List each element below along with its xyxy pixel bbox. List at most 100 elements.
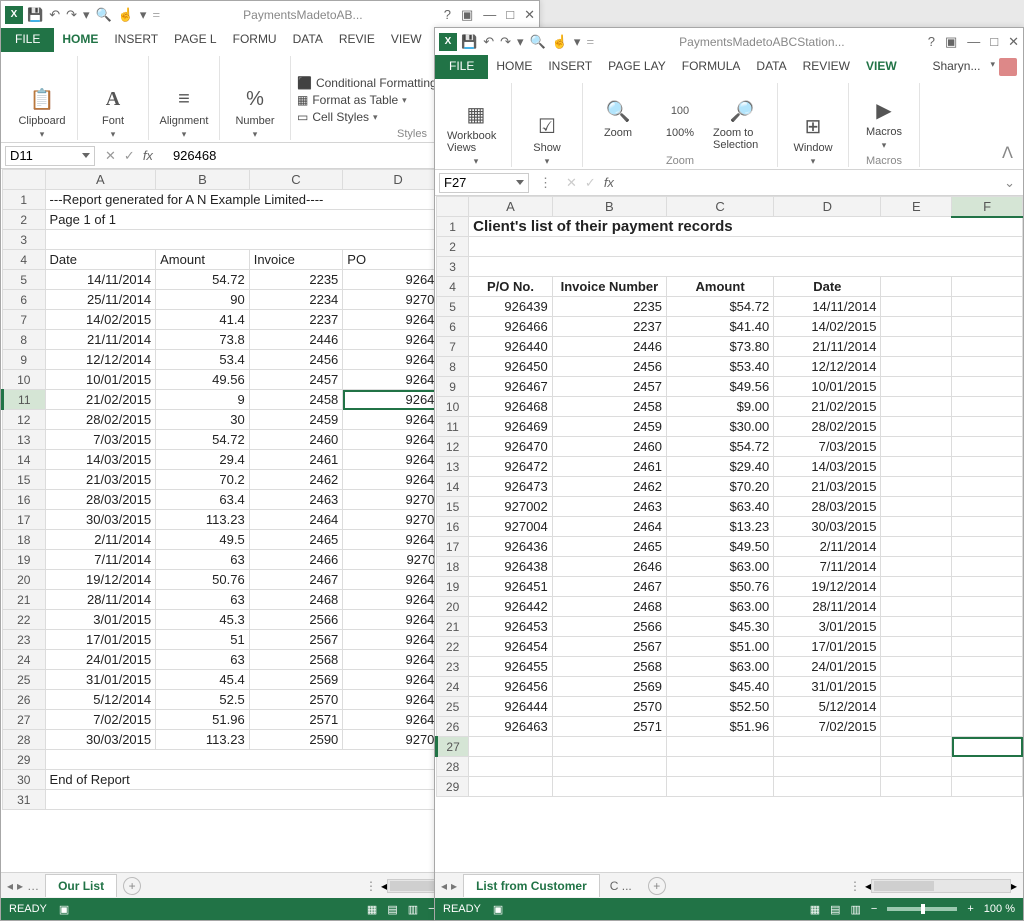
expand-fx-icon[interactable]: ⌄: [1000, 175, 1019, 191]
view-pagelayout-icon[interactable]: ▤: [830, 903, 840, 916]
spreadsheet-grid[interactable]: ABCDEF1Client's list of their payment re…: [435, 196, 1023, 872]
cell[interactable]: 2569: [249, 670, 343, 690]
cell[interactable]: [881, 317, 952, 337]
cell[interactable]: 30: [156, 410, 250, 430]
row-header[interactable]: 1: [437, 217, 469, 237]
cell[interactable]: 45.3: [156, 610, 250, 630]
cell[interactable]: [469, 257, 1023, 277]
cell[interactable]: 63: [156, 650, 250, 670]
cell[interactable]: 2456: [249, 350, 343, 370]
row-header[interactable]: 6: [437, 317, 469, 337]
row-header[interactable]: 7: [3, 310, 46, 330]
cell[interactable]: [881, 637, 952, 657]
cell[interactable]: [952, 397, 1023, 417]
tab-page-layout[interactable]: PAGE LAY: [600, 55, 674, 79]
cell[interactable]: [952, 637, 1023, 657]
cell[interactable]: 21/02/2015: [774, 397, 881, 417]
cell[interactable]: 2234: [249, 290, 343, 310]
cell[interactable]: 54.72: [156, 430, 250, 450]
cell[interactable]: [881, 577, 952, 597]
cell[interactable]: [552, 777, 666, 797]
cell[interactable]: 926468: [469, 397, 553, 417]
row-header[interactable]: 28: [3, 730, 46, 750]
row-header[interactable]: 29: [437, 777, 469, 797]
qat-more[interactable]: ▾: [517, 34, 524, 50]
hscroll-right-icon[interactable]: ▸: [1011, 879, 1017, 893]
cell[interactable]: 2465: [249, 530, 343, 550]
cell[interactable]: 2458: [552, 397, 666, 417]
cell[interactable]: 54.72: [156, 270, 250, 290]
cell[interactable]: [881, 697, 952, 717]
cell[interactable]: [952, 357, 1023, 377]
row-header[interactable]: 6: [3, 290, 46, 310]
cell[interactable]: [881, 477, 952, 497]
cell[interactable]: $45.30: [667, 617, 774, 637]
cell[interactable]: 2237: [552, 317, 666, 337]
cell[interactable]: 926456: [469, 677, 553, 697]
cell[interactable]: 2467: [249, 570, 343, 590]
user-caret[interactable]: ▾: [988, 55, 997, 79]
cancel-icon[interactable]: ✕: [105, 148, 116, 164]
cell[interactable]: 21/03/2015: [45, 470, 156, 490]
cell[interactable]: $63.00: [667, 557, 774, 577]
cell[interactable]: 30/03/2015: [45, 510, 156, 530]
view-pagelayout-icon[interactable]: ▤: [387, 903, 397, 916]
cell[interactable]: 12/12/2014: [774, 357, 881, 377]
row-header[interactable]: 9: [3, 350, 46, 370]
cell[interactable]: 926450: [469, 357, 553, 377]
cell[interactable]: 63.4: [156, 490, 250, 510]
cell[interactable]: 31/01/2015: [45, 670, 156, 690]
cell[interactable]: [952, 477, 1023, 497]
view-normal-icon[interactable]: ▦: [367, 903, 377, 916]
sheet-tab-our-list[interactable]: Our List: [45, 874, 117, 897]
row-header[interactable]: 26: [3, 690, 46, 710]
row-header[interactable]: 15: [3, 470, 46, 490]
row-header[interactable]: 3: [3, 230, 46, 250]
row-header[interactable]: 25: [437, 697, 469, 717]
row-header[interactable]: 16: [437, 517, 469, 537]
cell[interactable]: 73.8: [156, 330, 250, 350]
row-header[interactable]: 29: [3, 750, 46, 770]
collapse-ribbon-icon[interactable]: ᐱ: [998, 139, 1017, 167]
help-icon[interactable]: ?: [444, 7, 451, 22]
cell[interactable]: Date: [774, 277, 881, 297]
row-header[interactable]: 11: [437, 417, 469, 437]
zoom-button[interactable]: 🔍Zoom: [589, 97, 647, 151]
enter-icon[interactable]: ✓: [124, 148, 135, 164]
cell[interactable]: [952, 617, 1023, 637]
hscroll-split[interactable]: ⋮: [849, 879, 865, 893]
cell[interactable]: 28/03/2015: [774, 497, 881, 517]
cell[interactable]: 926473: [469, 477, 553, 497]
qat-more[interactable]: ▾: [83, 7, 90, 23]
cell[interactable]: $51.00: [667, 637, 774, 657]
row-header[interactable]: 26: [437, 717, 469, 737]
number-button[interactable]: %Number▾: [226, 85, 284, 140]
avatar[interactable]: [999, 58, 1017, 76]
find-icon[interactable]: 🔍: [96, 7, 112, 23]
cell[interactable]: [952, 777, 1023, 797]
cell[interactable]: 63: [156, 590, 250, 610]
cell[interactable]: 2464: [249, 510, 343, 530]
row-header[interactable]: 13: [3, 430, 46, 450]
tab-file[interactable]: FILE: [435, 55, 488, 79]
row-header[interactable]: 14: [437, 477, 469, 497]
row-header[interactable]: 5: [3, 270, 46, 290]
row-header[interactable]: 5: [437, 297, 469, 317]
cell[interactable]: 927002: [469, 497, 553, 517]
row-header[interactable]: 22: [437, 637, 469, 657]
tab-view[interactable]: VIEW: [383, 28, 430, 52]
cell[interactable]: 113.23: [156, 510, 250, 530]
cell[interactable]: 14/02/2015: [774, 317, 881, 337]
zoom-value[interactable]: 100 %: [984, 903, 1015, 915]
cell[interactable]: 926469: [469, 417, 553, 437]
tab-insert[interactable]: INSERT: [106, 28, 166, 52]
cell[interactable]: 926470: [469, 437, 553, 457]
cell[interactable]: 926439: [469, 297, 553, 317]
cell[interactable]: 14/03/2015: [45, 450, 156, 470]
cell[interactable]: [469, 237, 1023, 257]
cell[interactable]: $63.00: [667, 597, 774, 617]
cell[interactable]: 2590: [249, 730, 343, 750]
formula-input[interactable]: [630, 173, 1000, 193]
cell[interactable]: [881, 397, 952, 417]
row-header[interactable]: 31: [3, 790, 46, 810]
